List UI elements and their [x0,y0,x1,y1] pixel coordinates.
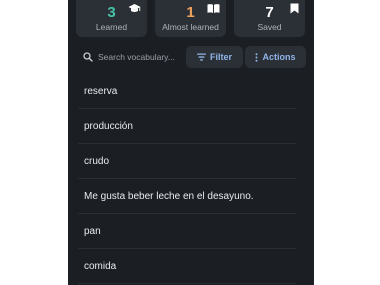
saved-stat-card[interactable]: 7 Saved [234,0,305,37]
saved-label: Saved [257,22,282,32]
learned-label: Learned [95,22,128,32]
search-placeholder: Search vocabulary... [98,52,175,62]
more-vertical-icon [255,52,258,62]
toolbar: Search vocabulary... Filter Actions [76,46,306,68]
learned-stat-card[interactable]: 3 Learned [76,0,147,37]
filter-icon [196,53,206,61]
vocabulary-list: reserva producción crudo Me gusta beber … [78,74,296,284]
vocabulary-item[interactable]: pan [78,214,296,249]
vocabulary-item[interactable]: reserva [78,74,296,109]
actions-button[interactable]: Actions [245,46,306,68]
filter-button[interactable]: Filter [186,46,243,68]
vocabulary-item[interactable]: crudo [78,144,296,179]
search-icon [83,52,93,62]
vocabulary-item[interactable]: comida [78,249,296,284]
vocabulary-item[interactable]: producción [78,109,296,144]
actions-label: Actions [262,52,296,62]
stats-row: 3 Learned 1 Almost learned 7 Saved [76,0,306,37]
search-input[interactable]: Search vocabulary... [76,46,184,68]
saved-count: 7 [265,4,274,21]
almost-learned-count: 1 [186,4,195,21]
vocabulary-item[interactable]: Me gusta beber leche en el desayuno. [78,179,296,214]
filter-label: Filter [209,52,232,62]
almost-learned-label: Almost learned [162,22,219,32]
almost-learned-stat-card[interactable]: 1 Almost learned [155,0,226,37]
learned-count: 3 [107,4,116,21]
vocabulary-screen: 3 Learned 1 Almost learned 7 Saved Searc… [68,0,314,285]
